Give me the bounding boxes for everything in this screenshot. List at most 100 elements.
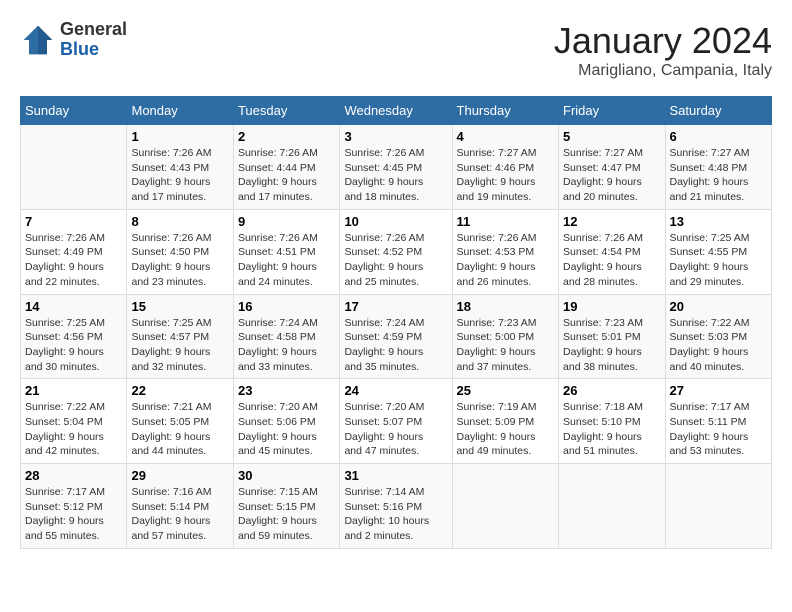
cell-info: Sunrise: 7:20 AMSunset: 5:07 PMDaylight:… (344, 400, 447, 459)
calendar-cell: 29Sunrise: 7:16 AMSunset: 5:14 PMDayligh… (127, 464, 233, 549)
cell-info: Sunrise: 7:22 AMSunset: 5:04 PMDaylight:… (25, 400, 122, 459)
calendar-cell: 2 Sunrise: 7:26 AMSunset: 4:44 PMDaylight… (233, 125, 339, 210)
cell-info: Sunrise: 7:18 AMSunset: 5:10 PMDaylight:… (563, 400, 660, 459)
calendar-cell: 20 Sunrise: 7:22 AMSunset: 5:03 PMDayligh… (665, 294, 772, 379)
cell-date: 16 (238, 299, 335, 314)
cell-date: 27 (670, 383, 768, 398)
cell-date: 4 (457, 129, 554, 144)
calendar-table: SundayMondayTuesdayWednesdayThursdayFrid… (20, 96, 772, 549)
cell-date: 12 (563, 214, 660, 229)
calendar-cell: 19Sunrise: 7:23 AMSunset: 5:01 PMDayligh… (559, 294, 665, 379)
calendar-header: SundayMondayTuesdayWednesdayThursdayFrid… (21, 97, 772, 125)
cell-info: Sunrise: 7:26 AMSunset: 4:52 PMDaylight:… (344, 231, 447, 290)
cell-date: 20 (670, 299, 768, 314)
cell-info: Sunrise: 7:26 AMSunset: 4:44 PMDaylight:… (238, 146, 335, 205)
cell-date: 29 (131, 468, 228, 483)
logo: General Blue (20, 20, 127, 60)
cell-date: 17 (344, 299, 447, 314)
cell-info: Sunrise: 7:25 AMSunset: 4:56 PMDaylight:… (25, 316, 122, 375)
calendar-cell (21, 125, 127, 210)
calendar-cell: 5Sunrise: 7:27 AMSunset: 4:47 PMDaylight… (559, 125, 665, 210)
header-row: SundayMondayTuesdayWednesdayThursdayFrid… (21, 97, 772, 125)
calendar-cell: 27Sunrise: 7:17 AMSunset: 5:11 PMDayligh… (665, 379, 772, 464)
calendar-cell: 22Sunrise: 7:21 AMSunset: 5:05 PMDayligh… (127, 379, 233, 464)
cell-date: 19 (563, 299, 660, 314)
cell-info: Sunrise: 7:25 AMSunset: 4:57 PMDaylight:… (131, 316, 228, 375)
cell-date: 14 (25, 299, 122, 314)
cell-info: Sunrise: 7:14 AMSunset: 5:16 PMDaylight:… (344, 485, 447, 544)
calendar-cell: 24Sunrise: 7:20 AMSunset: 5:07 PMDayligh… (340, 379, 452, 464)
cell-date: 22 (131, 383, 228, 398)
calendar-cell: 1 Sunrise: 7:26 AMSunset: 4:43 PMDaylight… (127, 125, 233, 210)
cell-info: Sunrise: 7:26 AMSunset: 4:43 PMDaylight:… (131, 146, 228, 205)
calendar-cell: 10Sunrise: 7:26 AMSunset: 4:52 PMDayligh… (340, 209, 452, 294)
cell-info: Sunrise: 7:27 AMSunset: 4:46 PMDaylight:… (457, 146, 554, 205)
week-row-2: 7Sunrise: 7:26 AMSunset: 4:49 PMDaylight… (21, 209, 772, 294)
cell-info: Sunrise: 7:25 AMSunset: 4:55 PMDaylight:… (670, 231, 768, 290)
calendar-cell: 14 Sunrise: 7:25 AMSunset: 4:56 PMDayligh… (21, 294, 127, 379)
cell-info: Sunrise: 7:26 AMSunset: 4:54 PMDaylight:… (563, 231, 660, 290)
logo-blue: Blue (60, 40, 127, 60)
title-area: January 2024 Marigliano, Campania, Italy (554, 20, 772, 80)
cell-date: 28 (25, 468, 122, 483)
column-header-saturday: Saturday (665, 97, 772, 125)
calendar-cell: 8 Sunrise: 7:26 AMSunset: 4:50 PMDaylight… (127, 209, 233, 294)
cell-date: 13 (670, 214, 768, 229)
cell-date: 9 (238, 214, 335, 229)
cell-date: 1 (131, 129, 228, 144)
calendar-cell (665, 464, 772, 549)
cell-date: 8 (131, 214, 228, 229)
calendar-cell: 25 Sunrise: 7:19 AMSunset: 5:09 PMDayligh… (452, 379, 558, 464)
calendar-cell: 16 Sunrise: 7:24 AMSunset: 4:58 PMDayligh… (233, 294, 339, 379)
subtitle: Marigliano, Campania, Italy (554, 62, 772, 80)
column-header-thursday: Thursday (452, 97, 558, 125)
calendar-cell: 31 Sunrise: 7:14 AMSunset: 5:16 PMDayligh… (340, 464, 452, 549)
week-row-1: 1 Sunrise: 7:26 AMSunset: 4:43 PMDaylight… (21, 125, 772, 210)
cell-info: Sunrise: 7:19 AMSunset: 5:09 PMDaylight:… (457, 400, 554, 459)
column-header-friday: Friday (559, 97, 665, 125)
calendar-cell: 18Sunrise: 7:23 AMSunset: 5:00 PMDayligh… (452, 294, 558, 379)
cell-date: 6 (670, 129, 768, 144)
calendar-cell: 3Sunrise: 7:26 AMSunset: 4:45 PMDaylight… (340, 125, 452, 210)
main-title: January 2024 (554, 20, 772, 62)
cell-date: 26 (563, 383, 660, 398)
calendar-cell: 4 Sunrise: 7:27 AMSunset: 4:46 PMDaylight… (452, 125, 558, 210)
cell-date: 15 (131, 299, 228, 314)
week-row-3: 14 Sunrise: 7:25 AMSunset: 4:56 PMDayligh… (21, 294, 772, 379)
calendar-cell: 26 Sunrise: 7:18 AMSunset: 5:10 PMDayligh… (559, 379, 665, 464)
cell-info: Sunrise: 7:15 AMSunset: 5:15 PMDaylight:… (238, 485, 335, 544)
cell-date: 3 (344, 129, 447, 144)
calendar-cell: 30 Sunrise: 7:15 AMSunset: 5:15 PMDayligh… (233, 464, 339, 549)
cell-info: Sunrise: 7:17 AMSunset: 5:12 PMDaylight:… (25, 485, 122, 544)
calendar-cell: 12 Sunrise: 7:26 AMSunset: 4:54 PMDayligh… (559, 209, 665, 294)
column-header-tuesday: Tuesday (233, 97, 339, 125)
week-row-5: 28 Sunrise: 7:17 AMSunset: 5:12 PMDayligh… (21, 464, 772, 549)
week-row-4: 21Sunrise: 7:22 AMSunset: 5:04 PMDayligh… (21, 379, 772, 464)
calendar-cell (559, 464, 665, 549)
cell-date: 23 (238, 383, 335, 398)
cell-date: 2 (238, 129, 335, 144)
cell-info: Sunrise: 7:26 AMSunset: 4:53 PMDaylight:… (457, 231, 554, 290)
cell-date: 30 (238, 468, 335, 483)
cell-date: 31 (344, 468, 447, 483)
calendar-cell: 13 Sunrise: 7:25 AMSunset: 4:55 PMDayligh… (665, 209, 772, 294)
cell-date: 25 (457, 383, 554, 398)
calendar-cell: 28 Sunrise: 7:17 AMSunset: 5:12 PMDayligh… (21, 464, 127, 549)
logo-icon (20, 22, 56, 58)
cell-date: 11 (457, 214, 554, 229)
calendar-cell: 15 Sunrise: 7:25 AMSunset: 4:57 PMDayligh… (127, 294, 233, 379)
calendar-cell: 11 Sunrise: 7:26 AMSunset: 4:53 PMDayligh… (452, 209, 558, 294)
calendar-cell: 6 Sunrise: 7:27 AMSunset: 4:48 PMDaylight… (665, 125, 772, 210)
cell-date: 18 (457, 299, 554, 314)
cell-info: Sunrise: 7:22 AMSunset: 5:03 PMDaylight:… (670, 316, 768, 375)
cell-info: Sunrise: 7:26 AMSunset: 4:50 PMDaylight:… (131, 231, 228, 290)
calendar-cell: 7Sunrise: 7:26 AMSunset: 4:49 PMDaylight… (21, 209, 127, 294)
cell-date: 5 (563, 129, 660, 144)
column-header-sunday: Sunday (21, 97, 127, 125)
logo-text: General Blue (60, 20, 127, 60)
column-header-monday: Monday (127, 97, 233, 125)
cell-info: Sunrise: 7:24 AMSunset: 4:58 PMDaylight:… (238, 316, 335, 375)
cell-info: Sunrise: 7:27 AMSunset: 4:48 PMDaylight:… (670, 146, 768, 205)
calendar-cell (452, 464, 558, 549)
calendar-cell: 17Sunrise: 7:24 AMSunset: 4:59 PMDayligh… (340, 294, 452, 379)
